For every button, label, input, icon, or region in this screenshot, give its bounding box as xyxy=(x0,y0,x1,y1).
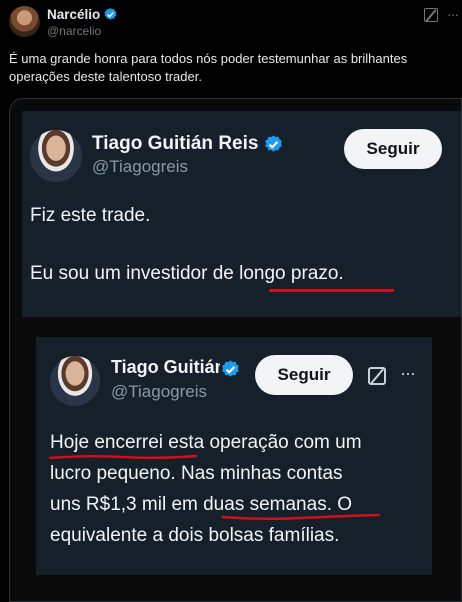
grok-icon[interactable] xyxy=(424,8,438,22)
author-name[interactable]: Narcélio xyxy=(47,7,100,22)
author-handle: @Tiagogreis xyxy=(92,157,188,176)
embedded-screenshot-1: Tiago Guitián Reis @Tiagogreis Seguir Fi… xyxy=(22,111,461,317)
tweet-header: Narcélio @narcelio ··· xyxy=(0,0,462,44)
tweet-media-image[interactable]: Tiago Guitián Reis @Tiagogreis Seguir Fi… xyxy=(9,98,462,602)
follow-button: Seguir xyxy=(344,129,442,169)
red-underline-annotation xyxy=(48,454,198,460)
avatar[interactable] xyxy=(9,6,40,37)
post-text-line: lucro pequeno. Nas minhas contas xyxy=(50,463,343,484)
more-options-icon: ··· xyxy=(400,363,416,383)
author-handle: @Tiagogreis xyxy=(111,382,207,401)
verified-badge-icon xyxy=(263,134,284,155)
author-handle[interactable]: @narcelio xyxy=(47,24,101,38)
red-underline-annotation xyxy=(221,513,381,520)
author-name: Tiago Guitián Reis xyxy=(92,133,259,154)
embedded-screenshot-2: Tiago Guitián Reis @Tiagogreis Seguir ··… xyxy=(36,337,432,575)
avatar xyxy=(50,356,100,406)
post-text-line: equivalente a dois bolsas famílias. xyxy=(50,525,340,546)
post-text-line: Fiz este trade. xyxy=(30,205,151,226)
author-name-row[interactable]: Narcélio xyxy=(47,7,118,22)
more-options-icon[interactable]: ··· xyxy=(447,6,459,22)
follow-button: Seguir xyxy=(255,355,353,395)
verified-badge-icon xyxy=(103,7,118,22)
grok-icon xyxy=(368,367,386,385)
author-name: Tiago Guitián Reis xyxy=(111,357,220,377)
post-text: Hoje encerrei esta operação com um lucro… xyxy=(50,427,426,551)
tweet-text: É uma grande honra para todos nós poder … xyxy=(9,51,408,84)
post-text-line: Eu sou um investidor de longo prazo. xyxy=(30,263,344,284)
author-name-row: Tiago Guitián Reis xyxy=(92,133,284,155)
red-underline-annotation xyxy=(269,289,394,292)
avatar xyxy=(30,130,82,182)
verified-badge-icon xyxy=(220,359,241,380)
